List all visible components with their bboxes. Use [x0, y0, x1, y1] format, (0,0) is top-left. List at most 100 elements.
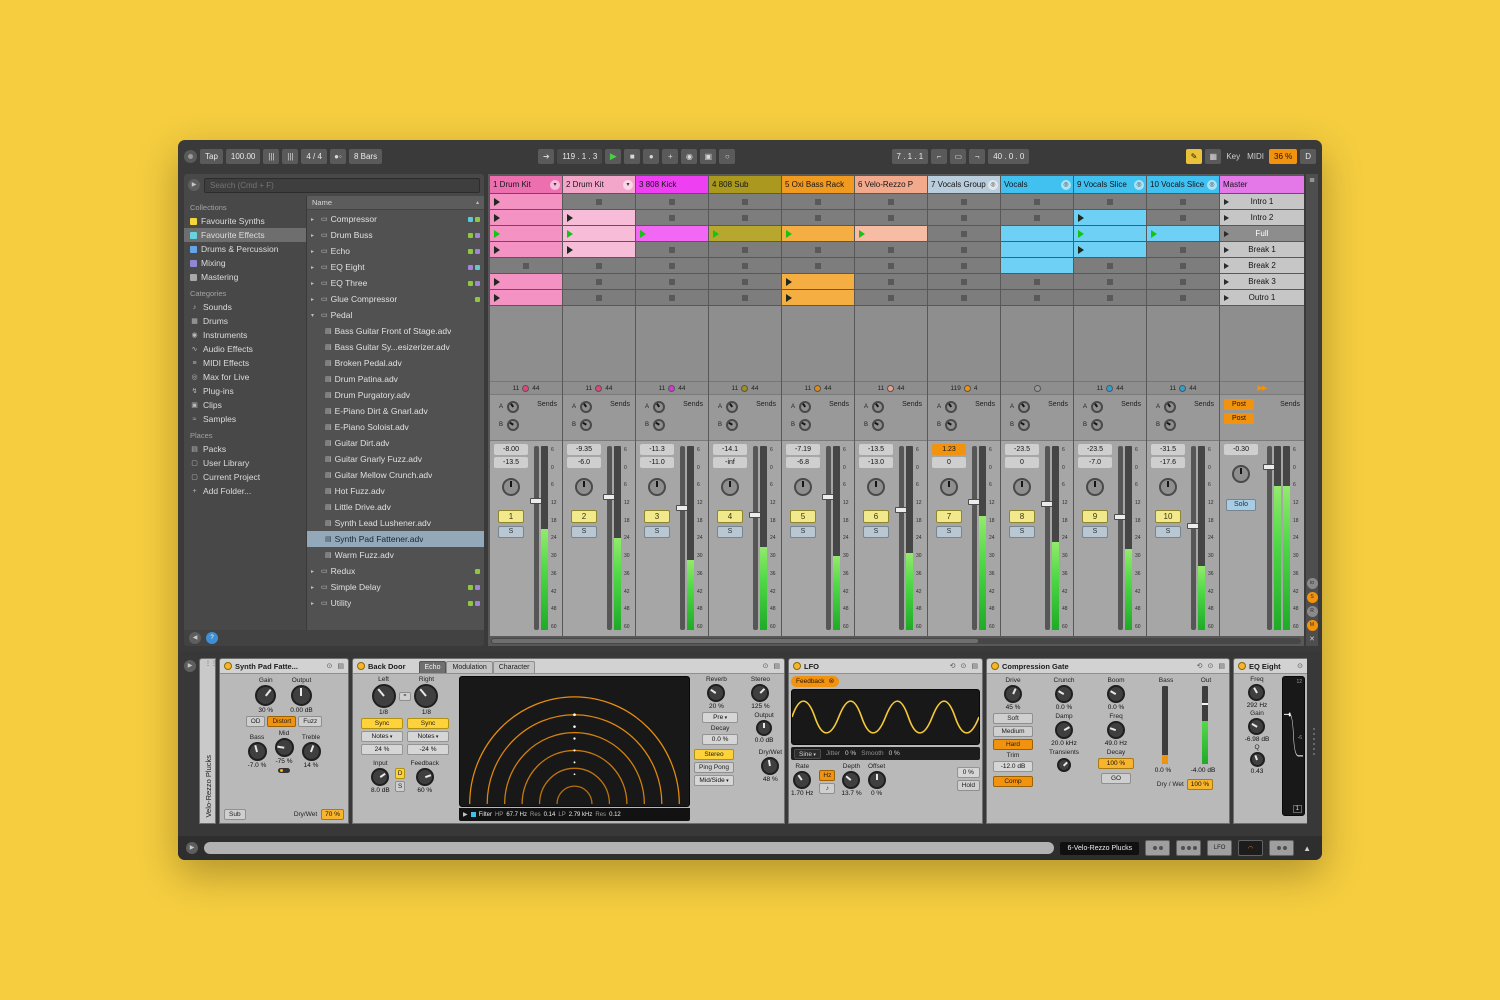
tree-device-pedal[interactable]: ▾ ▭ Pedal [307, 307, 484, 323]
clip-slot[interactable] [1074, 194, 1146, 209]
lfo-waveform-display[interactable] [791, 689, 980, 745]
boom-knob[interactable] [1107, 685, 1125, 703]
map-icon[interactable]: ⊙ [961, 662, 967, 670]
track-activator-button[interactable]: 10 [1155, 510, 1181, 523]
clip-slot[interactable] [636, 258, 708, 273]
volume-fader[interactable] [1187, 446, 1200, 630]
depth-knob[interactable] [842, 771, 861, 789]
input-value[interactable]: 8.0 dB [371, 787, 390, 794]
treble-knob[interactable] [301, 742, 321, 761]
clip-slot[interactable] [1001, 258, 1073, 273]
track-header[interactable]: 1 Drum Kit ▾ [490, 176, 562, 193]
info-field[interactable] [204, 842, 1055, 854]
disclosure-arrow-icon[interactable]: ▸ [311, 280, 318, 287]
clip-slot[interactable] [782, 226, 854, 241]
tree-preset-e-piano-dirt-gnarl-adv[interactable]: ▤ E-Piano Dirt & Gnarl.adv [307, 403, 484, 419]
stop-button[interactable]: ■ [624, 148, 641, 164]
volume-value[interactable]: -7.0 [1078, 457, 1112, 468]
volume-value[interactable]: -inf [713, 457, 747, 468]
post-button-a[interactable]: Post [1224, 399, 1254, 410]
clip-slot[interactable] [1147, 290, 1219, 305]
track-header[interactable]: 5 Oxi Bass Rack [782, 176, 854, 193]
volume-fader[interactable] [530, 446, 543, 630]
clip-slot[interactable] [928, 274, 1000, 289]
feedback-knob[interactable] [415, 768, 434, 786]
disclosure-arrow-icon[interactable]: ▸ [311, 296, 318, 303]
trim-value[interactable]: -12.0 dB [993, 761, 1033, 772]
clip-slot[interactable] [1147, 274, 1219, 289]
mid-knob[interactable] [274, 738, 294, 757]
echo-output-value[interactable]: 0.0 dB [755, 737, 774, 744]
group-icon[interactable]: ◎ [1061, 179, 1071, 190]
comp-drywet-value[interactable]: 100 % [1186, 779, 1214, 790]
session-record-button[interactable]: ○ [719, 148, 736, 164]
reverb-value[interactable]: 20 % [709, 703, 724, 710]
bass-knob[interactable] [247, 742, 267, 761]
tree-preset-guitar-gnarly-fuzz-adv[interactable]: ▤ Guitar Gnarly Fuzz.adv [307, 451, 484, 467]
rate-value[interactable]: 1.70 Hz [791, 790, 813, 797]
device-activator[interactable] [991, 662, 999, 670]
link-toggle[interactable] [184, 149, 197, 163]
left-time-knob[interactable] [371, 684, 396, 708]
track-menu-icon[interactable]: ▾ [623, 179, 633, 190]
send-a-knob[interactable] [1164, 401, 1176, 413]
device-thumbnail-echo[interactable]: ◠ [1238, 840, 1264, 856]
clip-slot[interactable] [1147, 258, 1219, 273]
tree-device-glue-compressor[interactable]: ▸ ▭ Glue Compressor [307, 291, 484, 307]
record-button[interactable]: ● [643, 148, 660, 164]
clip-slot[interactable] [709, 210, 781, 225]
tree-preset-guitar-mellow-crunch-adv[interactable]: ▤ Guitar Mellow Crunch.adv [307, 467, 484, 483]
mid-value[interactable]: -75 % [276, 758, 293, 765]
metronome-toggle[interactable]: ●◦ [329, 148, 346, 164]
send-a-knob[interactable] [1091, 401, 1103, 413]
send-a-knob[interactable] [507, 401, 519, 413]
clip-slot[interactable] [563, 274, 635, 289]
pan-knob[interactable] [575, 478, 593, 496]
sidebar-item-max-for-live[interactable]: ◎ Max for Live [184, 370, 306, 384]
pan-knob[interactable] [502, 478, 520, 496]
clip-slot[interactable] [928, 194, 1000, 209]
res1-value[interactable]: 0.14 [544, 812, 556, 818]
tree-device-eq-three[interactable]: ▸ ▭ EQ Three [307, 275, 484, 291]
follow-button[interactable]: ➔ [538, 148, 555, 164]
clip-slot[interactable] [855, 210, 927, 225]
clip-slot[interactable] [855, 258, 927, 273]
hot-swap-icon[interactable]: ⟲ [1197, 662, 1203, 670]
midside-menu[interactable]: Mid/Side [694, 775, 734, 786]
clip-slot[interactable] [782, 194, 854, 209]
scene-slot-intro-1[interactable]: Intro 1 [1220, 194, 1304, 209]
echo-drywet-knob[interactable] [761, 757, 780, 775]
keymap-grid-icon[interactable]: ▦ [1205, 148, 1222, 164]
tree-device-redux[interactable]: ▸ ▭ Redux [307, 563, 484, 579]
clip-slot[interactable] [636, 210, 708, 225]
echo-drywet-value[interactable]: 48 % [763, 776, 778, 783]
send-b-knob[interactable] [507, 419, 519, 431]
track-header[interactable]: 6 Velo-Rezzo P [855, 176, 927, 193]
sidebar-item-favourite-synths[interactable]: Favourite Synths [184, 214, 306, 228]
mixer-toggle-s[interactable]: S [1306, 592, 1318, 603]
clip-slot[interactable] [490, 226, 562, 241]
solo-button[interactable]: S [571, 526, 597, 538]
volume-fader[interactable] [1041, 446, 1054, 630]
left-offset-value[interactable]: 24 % [361, 744, 403, 755]
hp-value[interactable]: 67.7 Hz [506, 812, 527, 818]
map-icon[interactable]: ⊙ [1208, 662, 1214, 670]
tree-header[interactable]: Name ▴ [307, 196, 484, 210]
clip-slot[interactable] [855, 194, 927, 209]
track-header[interactable]: 10 Vocals Slice ◎ [1147, 176, 1219, 193]
clip-slot[interactable] [709, 242, 781, 257]
track-activator-button[interactable]: 7 [936, 510, 962, 523]
echo-output-knob[interactable] [756, 720, 773, 736]
tempo-field[interactable]: 100.00 [225, 148, 261, 164]
volume-value[interactable]: 0 [1005, 457, 1039, 468]
crunch-knob[interactable] [1055, 685, 1073, 703]
clip-slot[interactable] [928, 242, 1000, 257]
clip-slot[interactable] [709, 274, 781, 289]
clip-slot[interactable] [1001, 242, 1073, 257]
bass-value[interactable]: -7.0 % [248, 762, 267, 769]
overdub-button[interactable]: + [662, 148, 679, 164]
pan-knob[interactable] [1159, 478, 1177, 496]
track-activator-button[interactable]: 1 [498, 510, 524, 523]
lp-value[interactable]: 2.79 kHz [569, 812, 593, 818]
stereo-mode-button[interactable]: Stereo [694, 749, 734, 760]
